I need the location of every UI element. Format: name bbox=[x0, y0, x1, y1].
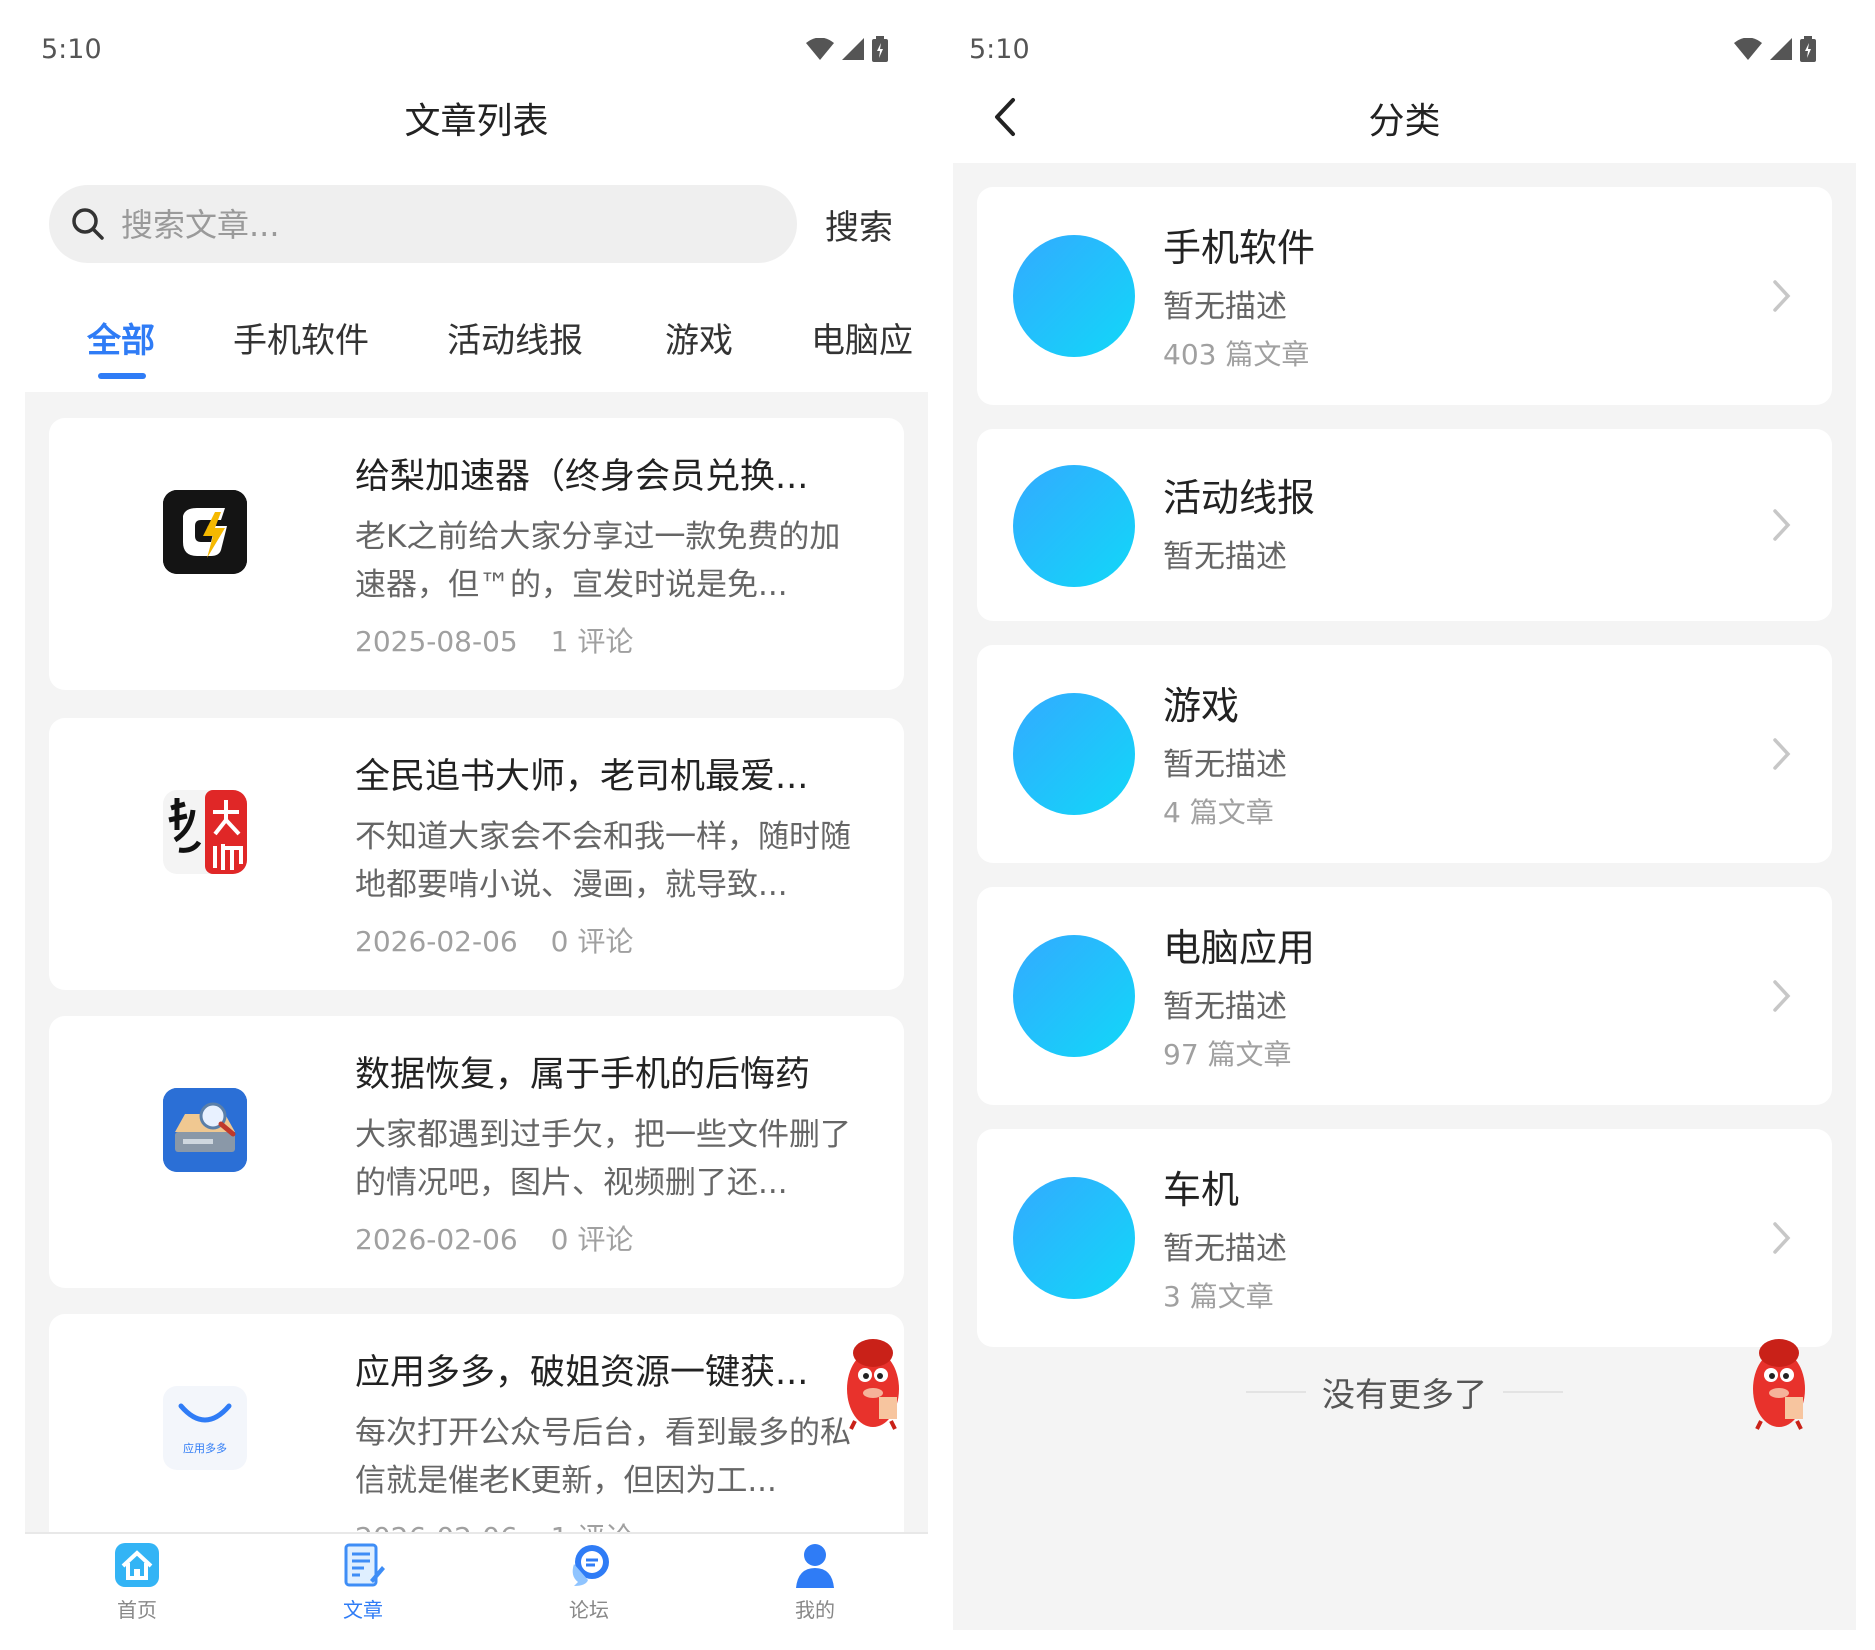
article-date: 2026-02-06 bbox=[355, 925, 518, 958]
article-card[interactable]: 数据恢复，属于手机的后悔药 大家都遇到过手欠，把一些文件删了的情况吧，图片、视频… bbox=[49, 1016, 904, 1288]
chevron-right-icon bbox=[1773, 980, 1791, 1012]
category-name: 手机软件 bbox=[1163, 226, 1316, 270]
tab-all[interactable]: 全部 bbox=[87, 313, 155, 362]
category-description: 暂无描述 bbox=[1163, 289, 1287, 325]
signal-icon bbox=[1770, 38, 1792, 60]
category-description: 暂无描述 bbox=[1163, 747, 1287, 783]
red-packet-mascot-icon[interactable] bbox=[841, 1335, 905, 1431]
category-item[interactable]: 手机软件 暂无描述 403 篇文章 bbox=[977, 187, 1832, 405]
tabbar-home[interactable]: 首页 bbox=[77, 1542, 197, 1623]
article-date: 2025-08-05 bbox=[355, 625, 518, 658]
category-avatar bbox=[1013, 465, 1135, 587]
category-description: 暂无描述 bbox=[1163, 1231, 1287, 1267]
article-card[interactable]: 给梨加速器（终身会员兑换... 老K之前给大家分享过一款免费的加速器，但™的，宣… bbox=[49, 418, 904, 690]
category-article-count: 97 篇文章 bbox=[1163, 1038, 1292, 1071]
category-item[interactable]: 游戏 暂无描述 4 篇文章 bbox=[977, 645, 1832, 863]
article-icon bbox=[344, 1543, 385, 1587]
article-summary: 大家都遇到过手欠，把一些文件删了的情况吧，图片、视频删了还... bbox=[355, 1117, 851, 1201]
tabbar-forum[interactable]: 论坛 bbox=[529, 1542, 649, 1623]
article-title: 给梨加速器（终身会员兑换... bbox=[355, 457, 809, 497]
category-name: 游戏 bbox=[1163, 684, 1240, 728]
tab-event-news[interactable]: 活动线报 bbox=[447, 313, 583, 362]
page-title: 文章列表 bbox=[404, 101, 549, 142]
tabbar-profile[interactable]: 我的 bbox=[755, 1542, 875, 1623]
category-screen: 5:10 分类 手机软件 暂无描述 403 篇文章 活动线报 暂无描述 游戏 暂… bbox=[953, 0, 1856, 1630]
disk-recovery-icon bbox=[163, 1088, 247, 1172]
search-input[interactable] bbox=[119, 197, 723, 253]
article-comment-count: 1 评论 bbox=[550, 625, 634, 658]
lightning-app-icon bbox=[163, 490, 247, 574]
red-packet-mascot-icon[interactable] bbox=[1747, 1335, 1811, 1431]
article-summary: 老K之前给大家分享过一款免费的加速器，但™的，宣发时说是免... bbox=[355, 519, 841, 603]
signal-icon bbox=[842, 38, 864, 60]
page-title: 分类 bbox=[1368, 101, 1441, 142]
chevron-right-icon bbox=[1773, 280, 1791, 312]
article-date: 2026-02-06 bbox=[355, 1223, 518, 1256]
active-tab-indicator bbox=[98, 373, 146, 379]
category-description: 暂无描述 bbox=[1163, 539, 1287, 575]
category-name: 活动线报 bbox=[1163, 476, 1316, 520]
user-icon bbox=[796, 1544, 834, 1588]
article-comment-count: 0 评论 bbox=[550, 1223, 634, 1256]
article-card[interactable]: 应用多多 应用多多，破姐资源一键获... 每次打开公众号后台，看到最多的私信就是… bbox=[49, 1314, 904, 1532]
search-button[interactable]: 搜索 bbox=[825, 200, 893, 249]
category-avatar bbox=[1013, 1177, 1135, 1299]
wifi-icon bbox=[1734, 38, 1762, 60]
search-icon bbox=[72, 208, 104, 240]
status-time: 5:10 bbox=[41, 34, 102, 65]
article-title: 应用多多，破姐资源一键获... bbox=[355, 1353, 809, 1393]
app-store-icon-text: 应用多多 bbox=[183, 1442, 227, 1455]
article-list[interactable]: 给梨加速器（终身会员兑换... 老K之前给大家分享过一款免费的加速器，但™的，宣… bbox=[25, 392, 928, 1532]
tabbar-label: 论坛 bbox=[569, 1598, 609, 1622]
status-bar: 5:10 bbox=[969, 30, 1816, 70]
status-bar: 5:10 bbox=[41, 30, 888, 70]
category-name: 电脑应用 bbox=[1163, 926, 1316, 970]
article-title: 全民追书大师，老司机最爱... bbox=[355, 757, 809, 797]
category-article-count: 4 篇文章 bbox=[1163, 796, 1274, 829]
tabbar-label: 我的 bbox=[795, 1598, 835, 1622]
tabbar-label: 文章 bbox=[343, 1598, 383, 1622]
category-item[interactable]: 电脑应用 暂无描述 97 篇文章 bbox=[977, 887, 1832, 1105]
search-bar[interactable] bbox=[49, 185, 797, 263]
divider bbox=[1503, 1391, 1563, 1393]
chevron-right-icon bbox=[1773, 1222, 1791, 1254]
forum-icon bbox=[572, 1545, 609, 1586]
article-title: 数据恢复，属于手机的后悔药 bbox=[355, 1055, 811, 1095]
home-icon bbox=[115, 1543, 159, 1587]
category-article-count: 3 篇文章 bbox=[1163, 1280, 1274, 1313]
article-date: 2026-02-06 bbox=[355, 1521, 518, 1532]
category-description: 暂无描述 bbox=[1163, 989, 1287, 1025]
category-item[interactable]: 车机 暂无描述 3 篇文章 bbox=[977, 1129, 1832, 1347]
app-store-icon: 应用多多 bbox=[163, 1386, 247, 1470]
category-avatar bbox=[1013, 935, 1135, 1057]
chevron-right-icon bbox=[1773, 509, 1791, 541]
book-app-icon bbox=[163, 790, 247, 874]
category-avatar bbox=[1013, 235, 1135, 357]
category-tabs: 全部 手机软件 活动线报 游戏 电脑应 bbox=[25, 305, 928, 385]
status-time: 5:10 bbox=[969, 34, 1030, 65]
article-comment-count: 0 评论 bbox=[550, 925, 634, 958]
tabbar-label: 首页 bbox=[117, 1598, 157, 1622]
chevron-right-icon bbox=[1773, 738, 1791, 770]
bottom-tab-bar: 首页 文章 论坛 我的 bbox=[25, 1532, 928, 1630]
battery-icon bbox=[872, 36, 888, 62]
tab-games[interactable]: 游戏 bbox=[665, 313, 733, 362]
category-article-count: 403 篇文章 bbox=[1163, 338, 1310, 371]
category-name: 车机 bbox=[1163, 1168, 1240, 1212]
wifi-icon bbox=[806, 38, 834, 60]
no-more-text: 没有更多了 bbox=[1322, 1375, 1487, 1414]
article-list-screen: 5:10 文章列表 搜索 全部 手机软件 活动线报 游戏 电脑应 bbox=[25, 0, 928, 1630]
tab-mobile-software[interactable]: 手机软件 bbox=[233, 313, 369, 362]
category-avatar bbox=[1013, 693, 1135, 815]
article-summary: 每次打开公众号后台，看到最多的私信就是催老K更新，但因为工... bbox=[355, 1415, 851, 1499]
tab-pc-apps[interactable]: 电脑应 bbox=[811, 313, 913, 362]
article-card[interactable]: 全民追书大师，老司机最爱... 不知道大家会不会和我一样，随时随地都要啃小说、漫… bbox=[49, 718, 904, 990]
category-item[interactable]: 活动线报 暂无描述 bbox=[977, 429, 1832, 621]
article-summary: 不知道大家会不会和我一样，随时随地都要啃小说、漫画，就导致... bbox=[355, 819, 851, 903]
article-comment-count: 1 评论 bbox=[551, 1521, 634, 1532]
tabbar-articles[interactable]: 文章 bbox=[303, 1542, 423, 1623]
battery-icon bbox=[1800, 36, 1816, 62]
